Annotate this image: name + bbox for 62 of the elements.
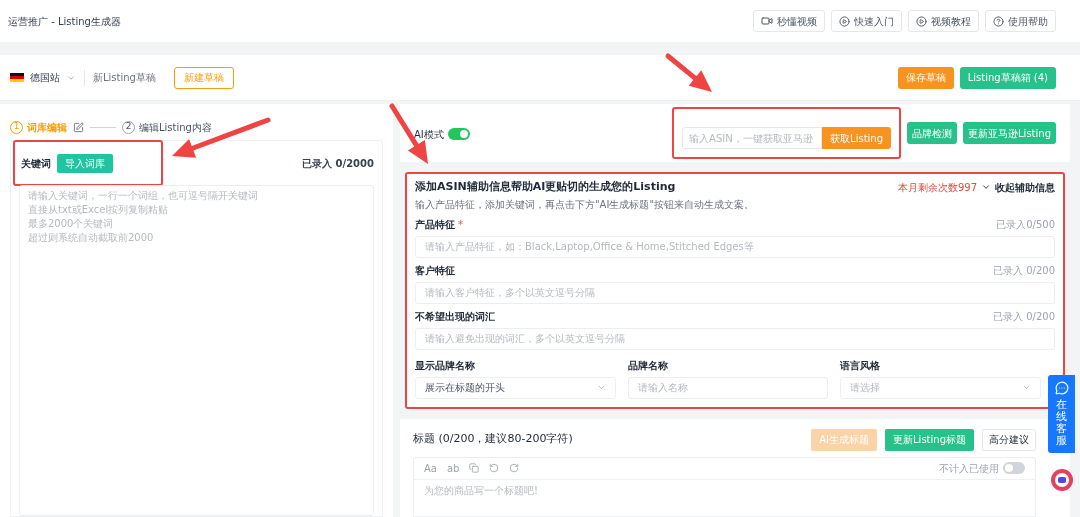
- update-title-button[interactable]: 更新Listing标题: [885, 428, 974, 451]
- field-label: 不希望出现的词汇: [415, 309, 495, 324]
- select-field[interactable]: 请选择: [840, 376, 1041, 399]
- page-title: 运营推广 - Listing生成器: [8, 14, 121, 29]
- undo-icon[interactable]: [489, 463, 500, 473]
- save-draft-button[interactable]: 保存草稿: [897, 66, 954, 89]
- support-tab[interactable]: 在线客服: [1048, 375, 1075, 454]
- option-label: 语言风格: [840, 358, 882, 373]
- header-button[interactable]: 视频教程: [908, 10, 979, 32]
- copy-icon[interactable]: [469, 463, 480, 473]
- action-button[interactable]: 更新亚马逊Listing: [963, 122, 1056, 144]
- header-button[interactable]: 秒懂视频: [753, 10, 825, 32]
- chat-icon: [1054, 381, 1069, 395]
- draft-name: 新Listing草稿: [93, 71, 156, 85]
- feature-input[interactable]: 请输入避免出现的词汇，多个以英文逗号分隔: [415, 327, 1055, 350]
- collapse-link[interactable]: 收起辅助信息: [995, 179, 1055, 195]
- toggle-switch[interactable]: [447, 128, 470, 140]
- keyword-count: 已录入 0/2000: [302, 156, 374, 171]
- germany-flag-icon: [10, 73, 24, 82]
- assist-title: 添加ASIN辅助信息帮助AI更贴切的生成您的Listing: [415, 179, 676, 195]
- drafts-button[interactable]: Listing草稿箱 (4): [959, 66, 1056, 89]
- redo-icon[interactable]: [509, 463, 520, 473]
- format-tool[interactable]: Aa: [424, 460, 437, 476]
- field-count: 已录入 0/200: [993, 309, 1055, 324]
- format-tool[interactable]: ab: [446, 460, 460, 476]
- tips-button[interactable]: 高分建议: [982, 428, 1036, 451]
- play-icon: [839, 15, 850, 27]
- edit-icon: [73, 121, 84, 133]
- feature-input[interactable]: 请输入产品特征，如：Black,Laptop,Office & Home,Stitched Edges等: [415, 235, 1055, 258]
- assistant-icon[interactable]: [1050, 469, 1073, 492]
- fetch-listing-button[interactable]: 获取Listing: [822, 127, 892, 149]
- toggle-switch[interactable]: [1003, 462, 1025, 474]
- action-button[interactable]: 品牌检测: [907, 122, 958, 144]
- option-label: 显示品牌名称: [415, 358, 476, 373]
- header-button[interactable]: 快速入门: [831, 10, 902, 32]
- remaining-count: 本月剩余次数997: [897, 180, 977, 195]
- required-mark: *: [458, 217, 463, 232]
- assist-subtitle: 输入产品特征，添加关键词，再点击下方"AI生成标题"按钮来自动生成文案。: [415, 197, 755, 212]
- import-button[interactable]: 导入词库: [57, 153, 113, 173]
- site-selector[interactable]: 德国站: [30, 70, 60, 85]
- step-tab[interactable]: 1 词库编辑: [10, 119, 67, 135]
- header-button[interactable]: 使用帮助: [985, 10, 1056, 32]
- new-draft-button[interactable]: 新建草稿: [173, 66, 234, 89]
- feature-input[interactable]: 请输入客户特征，多个以英文逗号分隔: [415, 281, 1055, 304]
- keywords-label: 关键词: [21, 156, 51, 171]
- exclude-label: 不计入已使用: [939, 461, 999, 476]
- field-count: 已录入 0/200: [993, 263, 1055, 278]
- play-icon: [916, 15, 927, 27]
- video-icon: [761, 15, 773, 27]
- field-label: 产品特征: [415, 217, 455, 232]
- step-tab[interactable]: 2 编辑Listing内容: [122, 119, 212, 135]
- brand-input[interactable]: 请输入名称: [627, 376, 829, 399]
- help-icon: [993, 15, 1004, 27]
- field-label: 客户特征: [415, 263, 455, 278]
- select-field[interactable]: 展示在标题的开头: [415, 376, 616, 399]
- caret-icon: [596, 383, 606, 392]
- field-count: 已录入0/500: [996, 217, 1055, 232]
- caret-icon: [1022, 383, 1031, 392]
- ai-mode-label: AI模式: [414, 127, 444, 142]
- annotation-arrow: [665, 53, 712, 92]
- title-heading: 标题 (0/200，建议80-200字符): [413, 431, 573, 448]
- option-label: 品牌名称: [627, 358, 669, 373]
